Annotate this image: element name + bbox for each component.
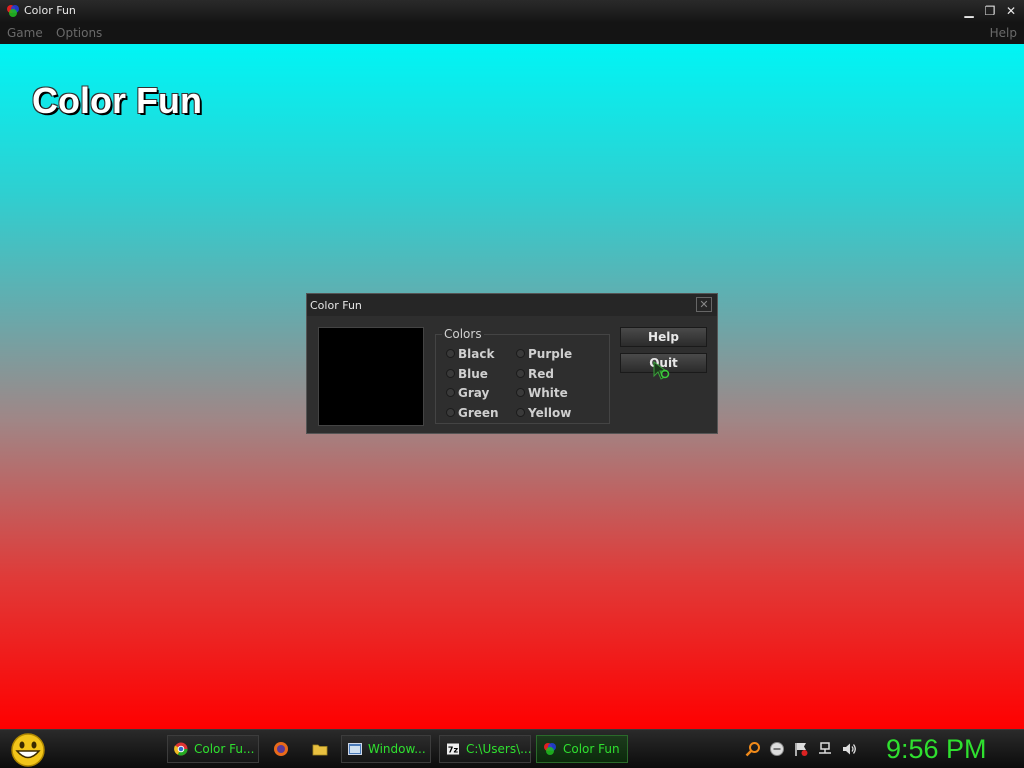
7zip-icon: 7z (446, 742, 460, 756)
taskbar-clock[interactable]: 9:56 PM (886, 733, 987, 765)
radio-label: Purple (528, 347, 573, 361)
radio-button-icon (446, 349, 455, 358)
radio-label: Blue (458, 367, 488, 381)
search-icon[interactable] (745, 741, 761, 757)
svg-text:7z: 7z (448, 746, 459, 755)
color-fun-dialog: Color Fun ✕ Colors Black Blue Gray Green… (306, 293, 718, 434)
radio-label: Yellow (528, 406, 572, 420)
taskbar-item-window[interactable]: Window... (341, 735, 431, 763)
close-button[interactable]: ✕ (1002, 3, 1020, 19)
network-icon[interactable] (817, 741, 833, 757)
flag-icon[interactable] (793, 741, 809, 757)
taskbar-item-color-fun[interactable]: Color Fun (536, 735, 628, 763)
taskbar-item-label: Color Fun (563, 742, 620, 756)
menu-options[interactable]: Options (56, 26, 102, 40)
canvas-heading: Color Fun (32, 80, 202, 121)
radio-button-icon (446, 408, 455, 417)
radio-label: Gray (458, 386, 490, 400)
radio-button-icon (516, 408, 525, 417)
colors-group-label: Colors (442, 327, 484, 341)
taskbar-item-label: Color Fu... (194, 742, 255, 756)
radio-button-icon (516, 349, 525, 358)
menu-help[interactable]: Help (990, 26, 1017, 40)
radio-label: White (528, 386, 568, 400)
window-title: Color Fun (24, 4, 76, 17)
dialog-close-button[interactable]: ✕ (696, 297, 712, 312)
radio-label: Black (458, 347, 495, 361)
volume-icon[interactable] (841, 741, 857, 757)
help-button[interactable]: Help (620, 327, 707, 347)
window-titlebar[interactable]: Color Fun ▁ ❐ ✕ (0, 0, 1024, 22)
restore-button[interactable]: ❐ (981, 3, 999, 19)
start-button-smiley-icon[interactable] (8, 732, 48, 767)
colors-group: Colors Black Blue Gray Green Purple Red … (435, 327, 610, 424)
dialog-title: Color Fun (310, 299, 362, 312)
taskbar-item-chrome[interactable]: Color Fu... (167, 735, 259, 763)
color-fun-app-icon (7, 5, 19, 17)
radio-button-icon (516, 388, 525, 397)
menu-bar: Game Options Help (0, 22, 1024, 44)
radio-button-icon (446, 369, 455, 378)
folder-icon[interactable] (312, 741, 328, 757)
radio-label: Red (528, 367, 554, 381)
color-swatch (318, 327, 424, 426)
taskbar-item-7zip[interactable]: 7z C:\Users\... (439, 735, 532, 763)
window-icon (348, 743, 362, 755)
menu-game[interactable]: Game (7, 26, 43, 40)
taskbar: Color Fu... Window... 7z C:\Users\... Co… (0, 729, 1024, 768)
taskbar-item-label: Window... (368, 742, 426, 756)
color-fun-icon (544, 743, 556, 755)
chrome-icon (174, 742, 188, 756)
radio-label: Green (458, 406, 499, 420)
taskbar-item-label: C:\Users\... (466, 742, 532, 756)
minimize-button[interactable]: ▁ (960, 3, 978, 19)
chat-icon[interactable] (769, 741, 785, 757)
mouse-cursor-icon (653, 361, 670, 380)
radio-button-icon (446, 388, 455, 397)
radio-button-icon (516, 369, 525, 378)
dialog-titlebar[interactable]: Color Fun ✕ (307, 294, 717, 316)
firefox-icon[interactable] (273, 741, 289, 757)
